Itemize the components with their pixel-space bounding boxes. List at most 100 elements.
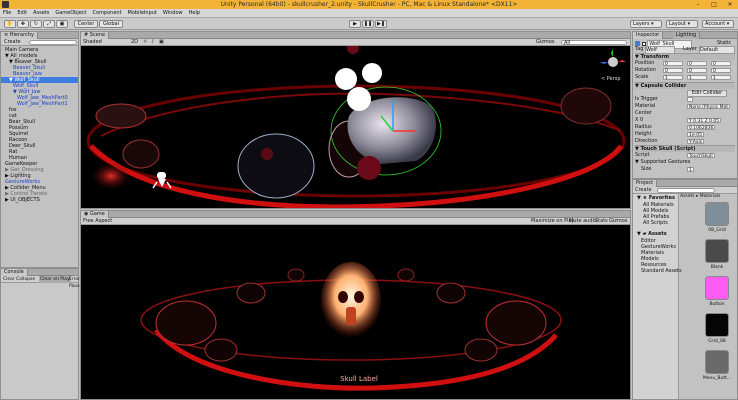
scale-tool-icon[interactable]: ⤢: [43, 20, 55, 28]
mute-audio-toggle[interactable]: Mute audio: [569, 218, 597, 225]
tab-game[interactable]: ◉ Game: [81, 211, 109, 218]
scene-fx-icon[interactable]: ▣: [159, 39, 164, 46]
collider-row-value[interactable]: None (Physic Mat: [687, 104, 731, 110]
scene-spotlight-icon: [157, 172, 166, 179]
material-thumbnail[interactable]: [705, 276, 729, 300]
minimize-icon[interactable]: –: [690, 0, 706, 9]
menu-window[interactable]: Window: [160, 9, 186, 18]
transform-y-field[interactable]: 0: [687, 61, 707, 67]
tab-project[interactable]: Project: [633, 180, 658, 187]
console-collapse-button[interactable]: Collapse: [16, 276, 35, 283]
hierarchy-search-input[interactable]: [29, 40, 77, 45]
account-dropdown[interactable]: Account ▾: [702, 20, 734, 28]
collider-row-value[interactable]: Y 0.31 Z 0.05: [687, 118, 722, 124]
transform-z-field[interactable]: 0: [711, 61, 731, 67]
collider-header[interactable]: ▼ Capsule Collider: [635, 82, 735, 89]
transform-x-field[interactable]: 0: [663, 61, 683, 67]
material-thumbnail[interactable]: [705, 202, 729, 226]
rotate-tool-icon[interactable]: ↻: [30, 20, 42, 28]
project-create-button[interactable]: Create: [633, 187, 652, 193]
scene-search-input[interactable]: All: [561, 40, 627, 46]
game-panel: ◉ Game Free Aspect Maximize on Play Mute…: [80, 210, 631, 400]
transform-z-field[interactable]: 1: [711, 75, 731, 81]
scene-toolbar: Shaded 2D ☼ ♪ ▣ Gizmos All: [81, 39, 630, 46]
favorites-header[interactable]: ▼ ★ Favorites: [637, 195, 675, 201]
menu-gameobject[interactable]: GameObject: [52, 9, 89, 18]
collider-row: Material None (Physic Mat: [635, 103, 735, 110]
game-toolbar: Free Aspect Maximize on Play Mute audio …: [81, 218, 630, 225]
pivot-center-button[interactable]: Center: [74, 20, 98, 28]
maximize-on-play-toggle[interactable]: Maximize on Play: [531, 218, 575, 225]
size-field[interactable]: 1: [687, 167, 694, 173]
transform-x-field[interactable]: 0: [663, 68, 683, 74]
gestures-row[interactable]: ▼ Supported Gestures: [635, 159, 735, 166]
scene-orientation-gizmo[interactable]: [599, 48, 627, 76]
hierarchy-item[interactable]: ▶ UI_OBJECTS: [1, 197, 78, 203]
stats-toggle[interactable]: Stats: [595, 218, 608, 225]
hand-tool-icon[interactable]: ✋: [4, 20, 16, 28]
scene-collider-sphere-2: [347, 46, 359, 54]
transform-y-field[interactable]: 1: [687, 75, 707, 81]
aspect-dropdown[interactable]: Free Aspect: [83, 218, 112, 225]
scene-collider-sphere-1: [357, 156, 381, 180]
material-thumbnail[interactable]: [705, 239, 729, 263]
layout-dropdown[interactable]: Layout ▾: [666, 20, 698, 28]
favorites-item[interactable]: All Scripts: [643, 220, 668, 226]
pause-button[interactable]: ❚❚: [362, 20, 374, 28]
collider-row-label: Center: [635, 110, 652, 116]
scene-light-gizmo-3: [347, 87, 371, 111]
asset-folder-item[interactable]: Standard Assets: [641, 268, 682, 274]
collider-row: Is Trigger: [635, 96, 735, 103]
collider-row-value[interactable]: Y-Axis: [687, 139, 705, 145]
script-header[interactable]: ▼ Touch Skull (Script): [635, 145, 735, 152]
collider-row-value[interactable]: 1e-05: [687, 132, 704, 138]
move-tool-icon[interactable]: ✥: [17, 20, 29, 28]
menu-mobileinput[interactable]: MobileInput: [125, 9, 160, 18]
transform-x-field[interactable]: 1: [663, 75, 683, 81]
active-checkbox[interactable]: [641, 41, 646, 46]
console-tabbar: Console: [1, 269, 78, 276]
assets-header[interactable]: ▼ ▰ Assets: [637, 231, 667, 237]
scene-light-icon[interactable]: ☼: [143, 39, 147, 46]
menu-component[interactable]: Component: [90, 9, 125, 18]
tab-lighting[interactable]: Lighting: [673, 32, 701, 39]
hierarchy-create-button[interactable]: Create: [1, 39, 21, 45]
collider-row-value[interactable]: 0.1062836: [687, 125, 716, 131]
scene-audio-icon[interactable]: ♪: [151, 39, 154, 46]
is-trigger-checkbox[interactable]: [687, 97, 693, 102]
tab-hierarchy[interactable]: ≡ Hierarchy: [1, 32, 38, 39]
global-local-button[interactable]: Global: [99, 20, 123, 28]
rect-tool-icon[interactable]: ▣: [56, 20, 68, 28]
console-clear-on-play-button[interactable]: Clear on Play: [39, 276, 71, 283]
tab-inspector[interactable]: Inspector: [633, 32, 664, 39]
transform-z-field[interactable]: 0: [711, 68, 731, 74]
tab-console[interactable]: Console: [1, 269, 28, 276]
maximize-icon[interactable]: □: [706, 0, 722, 9]
console-panel: Console Clear Collapse Clear on Play Err…: [0, 268, 82, 400]
menu-help[interactable]: Help: [186, 9, 203, 18]
inspector-tabbar: Inspector Lighting: [633, 32, 737, 39]
game-viewport[interactable]: Skull Label: [81, 225, 630, 399]
scene-viewport[interactable]: < Persp: [81, 46, 630, 208]
project-toolbar: Create: [633, 187, 737, 194]
material-thumbnail[interactable]: [705, 313, 729, 337]
scene-gizmos-dropdown[interactable]: Gizmos: [536, 39, 554, 46]
layers-dropdown[interactable]: Layers ▾: [630, 20, 662, 28]
tab-scene[interactable]: # Scene: [81, 32, 110, 39]
play-button[interactable]: ▶: [349, 20, 361, 28]
shading-dropdown[interactable]: Shaded: [83, 39, 102, 46]
game-gizmos-dropdown[interactable]: Gizmos: [609, 218, 627, 225]
script-field[interactable]: TouchSkull: [687, 153, 715, 159]
console-clear-button[interactable]: Clear: [3, 276, 15, 283]
project-search-input[interactable]: [657, 188, 715, 193]
2d-toggle[interactable]: 2D: [131, 39, 138, 46]
menu-assets[interactable]: Assets: [30, 9, 52, 18]
menu-file[interactable]: File: [0, 9, 14, 18]
persp-label[interactable]: < Persp: [601, 76, 621, 82]
transform-header[interactable]: ▼ Transform: [635, 53, 735, 60]
transform-y-field[interactable]: 0: [687, 68, 707, 74]
step-button[interactable]: ▶❚: [375, 20, 387, 28]
close-icon[interactable]: ✕: [722, 0, 738, 9]
material-thumbnail[interactable]: [705, 350, 729, 374]
menu-edit[interactable]: Edit: [14, 9, 30, 18]
